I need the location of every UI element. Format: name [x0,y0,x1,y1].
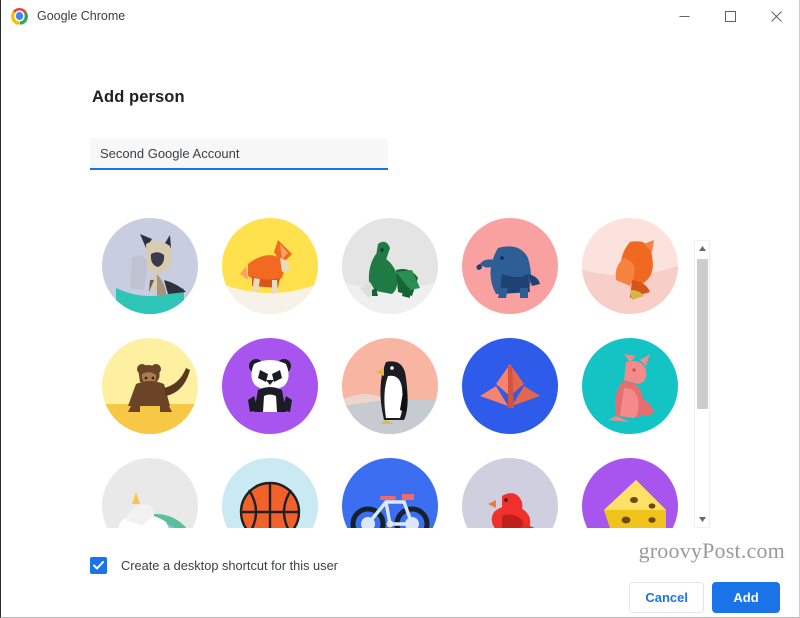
caret-down-icon [698,517,706,522]
avatar-option-cat[interactable] [102,218,198,314]
dialog-content: Add person Second Google Account Create … [1,32,799,617]
checkmark-icon [93,561,104,570]
scrollbar-down-button[interactable] [695,512,709,527]
penguin-icon [342,338,438,434]
bird-icon [462,458,558,528]
cat-icon [102,218,198,314]
fox-icon [222,218,318,314]
watermark: groovyPost.com [638,538,785,563]
page-title: Add person [92,88,185,106]
title-bar: Google Chrome [1,0,799,32]
avatar-option-bird[interactable] [462,458,558,528]
rabbit-icon [582,338,678,434]
avatar-scroll-region[interactable] [90,206,690,528]
bicycle-icon [342,458,438,528]
avatar-option-dinosaur[interactable] [342,218,438,314]
scrollbar-thumb[interactable] [697,259,708,409]
squirrel-icon [582,218,678,314]
caret-up-icon [698,246,706,251]
desktop-shortcut-checkbox[interactable] [90,557,107,574]
avatar-option-butterfly[interactable] [462,338,558,434]
close-button[interactable] [753,0,799,32]
avatar-grid [90,206,690,528]
dialog-actions: Cancel Add [629,582,780,613]
avatar-scrollbar[interactable] [694,240,710,528]
title-bar-left: Google Chrome [1,7,661,25]
panda-icon [222,338,318,434]
cancel-button[interactable]: Cancel [629,582,704,613]
dinosaur-icon [342,218,438,314]
avatar-option-elephant[interactable] [462,218,558,314]
minimize-icon [679,15,689,17]
desktop-shortcut-label: Create a desktop shortcut for this user [121,558,338,573]
maximize-button[interactable] [707,0,753,32]
person-name-input[interactable] [90,138,388,170]
monkey-icon [102,338,198,434]
avatar-option-squirrel[interactable] [582,218,678,314]
avatar-option-bicycle[interactable] [342,458,438,528]
maximize-icon [724,10,736,22]
window-title: Google Chrome [37,9,126,23]
scrollbar-up-button[interactable] [695,241,709,256]
window-controls [661,0,799,32]
desktop-shortcut-row[interactable]: Create a desktop shortcut for this user [90,557,338,574]
close-icon [770,10,782,22]
butterfly-icon [462,338,558,434]
elephant-icon [462,218,558,314]
avatar-option-cheese[interactable] [582,458,678,528]
avatar-option-rabbit[interactable] [582,338,678,434]
unicorn-icon [102,458,198,528]
avatar-option-unicorn[interactable] [102,458,198,528]
avatar-option-basketball[interactable] [222,458,318,528]
chrome-logo-icon [11,7,28,25]
avatar-option-monkey[interactable] [102,338,198,434]
avatar-option-panda[interactable] [222,338,318,434]
chrome-window: Google Chrome Add person Second Google A… [0,0,800,618]
avatar-picker [90,206,710,528]
avatar-option-penguin[interactable] [342,338,438,434]
basketball-icon [222,458,318,528]
name-field-wrapper [90,138,388,170]
cheese-icon [582,458,678,528]
minimize-button[interactable] [661,0,707,32]
avatar-option-fox[interactable] [222,218,318,314]
add-button[interactable]: Add [712,582,780,613]
